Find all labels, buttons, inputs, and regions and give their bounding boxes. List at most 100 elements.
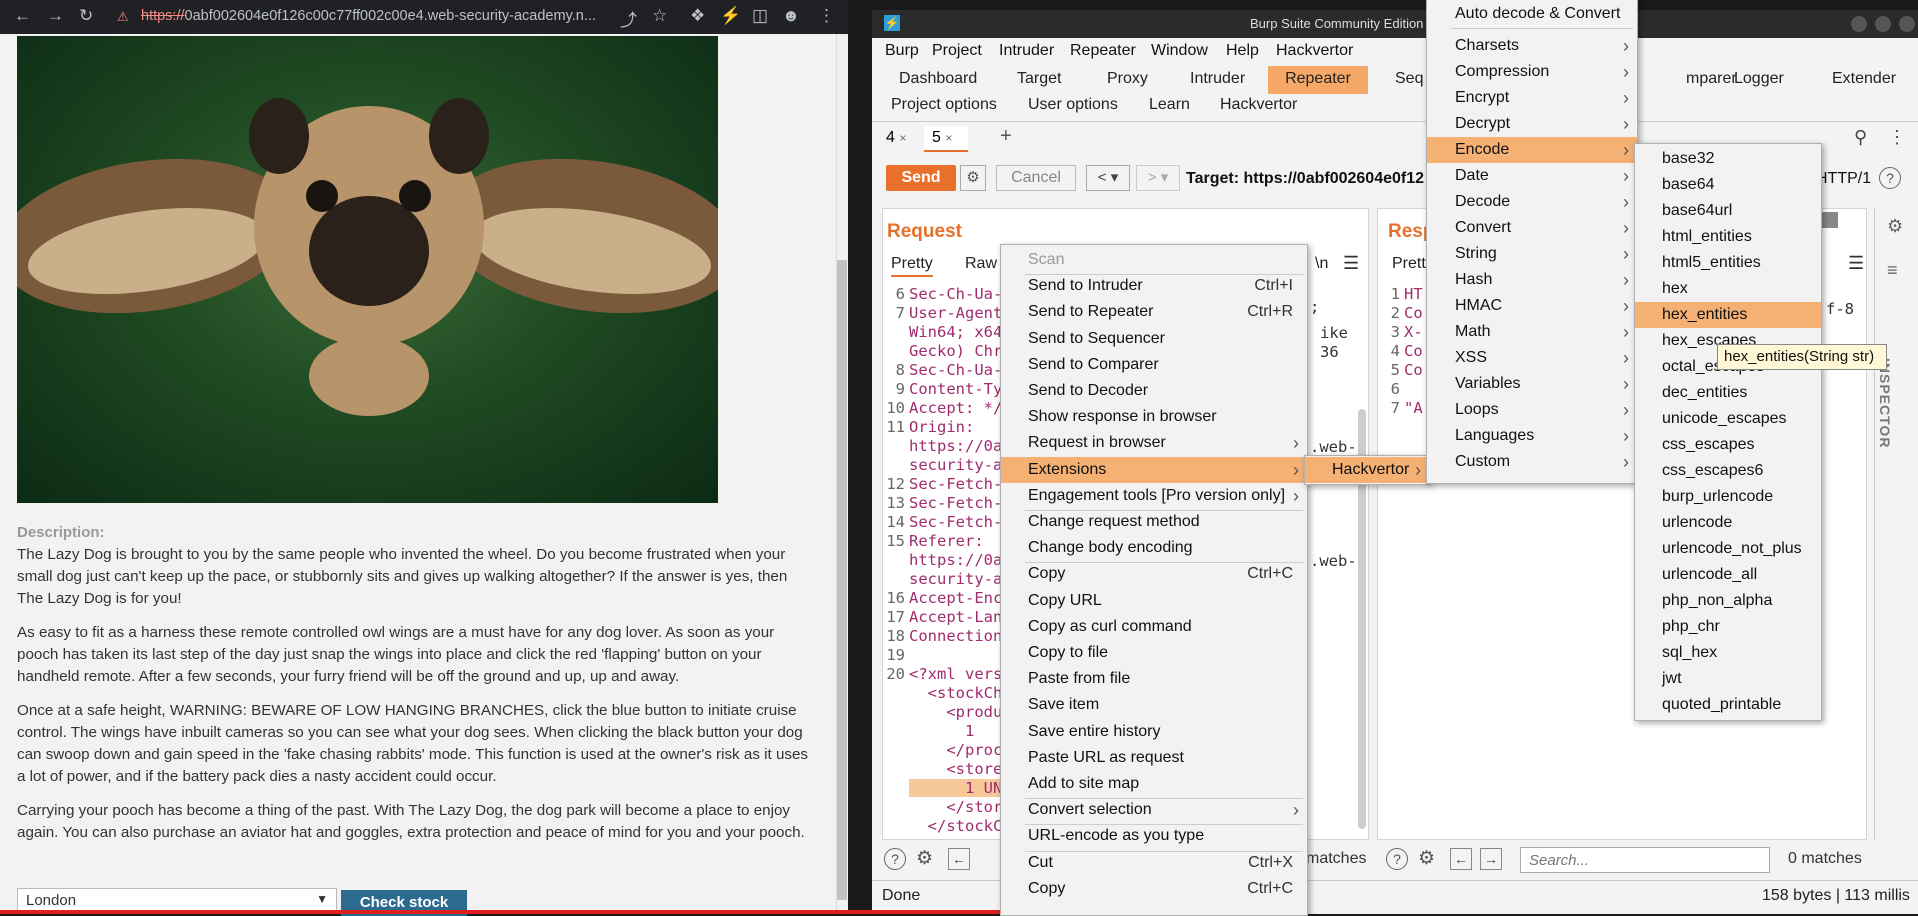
- menu-item[interactable]: Decrypt ›: [1427, 111, 1637, 137]
- menu-item[interactable]: Save entire history: [1001, 719, 1307, 745]
- menu-item[interactable]: Encode ›: [1427, 137, 1637, 163]
- menu-item[interactable]: Auto decode & Convert: [1427, 1, 1637, 27]
- page-scrollbar-thumb[interactable]: [837, 260, 847, 900]
- settings-icon[interactable]: ⚙: [916, 847, 933, 870]
- menu-icon[interactable]: ☰: [1848, 253, 1864, 274]
- menu-item[interactable]: Send to Decoder: [1001, 378, 1307, 404]
- menu-item[interactable]: Convert selection ›: [1001, 797, 1307, 823]
- menu-item[interactable]: XSS ›: [1427, 345, 1637, 371]
- menu-item[interactable]: Hash ›: [1427, 267, 1637, 293]
- menu-item[interactable]: sql_hex: [1635, 640, 1821, 666]
- menu-item[interactable]: jwt: [1635, 666, 1821, 692]
- subtab-5[interactable]: 5 ×: [924, 126, 968, 152]
- forward-history-button[interactable]: > ▾: [1136, 165, 1180, 191]
- tab-comparer[interactable]: mparer: [1686, 70, 1737, 88]
- menu-item[interactable]: urlencode: [1635, 510, 1821, 536]
- menu-item[interactable]: Request in browser ›: [1001, 430, 1307, 456]
- tab-raw[interactable]: Raw: [965, 255, 997, 273]
- menu-item[interactable]: URL-encode as you type: [1001, 823, 1307, 849]
- menu-icon[interactable]: ☰: [1343, 253, 1359, 274]
- menu-item[interactable]: Date ›: [1427, 163, 1637, 189]
- profile-icon[interactable]: ☻: [782, 6, 800, 26]
- settings-icon[interactable]: ⚙: [960, 165, 986, 191]
- menu-item[interactable]: hex: [1635, 276, 1821, 302]
- close-icon[interactable]: ×: [945, 131, 952, 145]
- menu-item[interactable]: Send to Intruder Ctrl+I: [1001, 273, 1307, 299]
- tab-proxy[interactable]: Proxy: [1107, 70, 1148, 88]
- menu-item[interactable]: css_escapes: [1635, 432, 1821, 458]
- menu-item[interactable]: Extensions ›: [1001, 456, 1307, 483]
- menu-item[interactable]: Copy to file: [1001, 640, 1307, 666]
- menu-item[interactable]: Charsets ›: [1427, 33, 1637, 59]
- menu-hackvertor[interactable]: Hackvertor: [1276, 42, 1353, 60]
- tab-user-options[interactable]: User options: [1028, 96, 1118, 114]
- tab-repeater[interactable]: Repeater: [1268, 66, 1368, 94]
- tab-sequencer[interactable]: Seq: [1395, 70, 1423, 88]
- tab-extender[interactable]: Extender: [1832, 70, 1896, 88]
- menu-item[interactable]: Send to Repeater Ctrl+R: [1001, 299, 1307, 325]
- prev-match-button[interactable]: ←: [948, 848, 970, 870]
- next-match-button[interactable]: →: [1480, 848, 1502, 870]
- menu-item[interactable]: Send to Sequencer: [1001, 326, 1307, 352]
- tab-hackvertor[interactable]: Hackvertor: [1220, 96, 1297, 114]
- tab-pretty[interactable]: Prett: [1392, 255, 1426, 273]
- menu-item[interactable]: Decode ›: [1427, 189, 1637, 215]
- menu-item[interactable]: Change body encoding: [1001, 535, 1307, 561]
- menu-item[interactable]: quoted_printable: [1635, 692, 1821, 718]
- tab-intruder[interactable]: Intruder: [1190, 70, 1245, 88]
- help-icon[interactable]: ?: [884, 848, 906, 870]
- send-button[interactable]: Send: [886, 165, 956, 191]
- settings-icon[interactable]: ⚙: [1887, 216, 1903, 237]
- help-icon[interactable]: ?: [1879, 167, 1901, 189]
- menu-help[interactable]: Help: [1226, 42, 1259, 60]
- add-tab-icon[interactable]: +: [1000, 125, 1012, 148]
- maximize-icon[interactable]: [1875, 16, 1891, 32]
- tab-pretty[interactable]: Pretty: [891, 255, 933, 277]
- menu-item[interactable]: Copy as curl command: [1001, 614, 1307, 640]
- menu-item[interactable]: php_non_alpha: [1635, 588, 1821, 614]
- menu-item[interactable]: html_entities: [1635, 224, 1821, 250]
- settings-icon[interactable]: ⚙: [1418, 847, 1435, 870]
- hackvertor-extension-icon[interactable]: ⚡: [720, 6, 741, 26]
- search-icon[interactable]: ⚲: [1854, 127, 1867, 148]
- menu-item[interactable]: urlencode_all: [1635, 562, 1821, 588]
- search-input[interactable]: [1520, 847, 1770, 873]
- forward-icon[interactable]: →: [47, 6, 64, 26]
- menu-item[interactable]: Languages ›: [1427, 423, 1637, 449]
- menu-item[interactable]: Add to site map: [1001, 771, 1307, 797]
- menu-item[interactable]: Save item: [1001, 692, 1307, 718]
- reload-icon[interactable]: ↻: [79, 6, 93, 26]
- menu-item[interactable]: Send to Comparer: [1001, 352, 1307, 378]
- menu-burp[interactable]: Burp: [885, 42, 919, 60]
- menu-item[interactable]: Paste from file: [1001, 666, 1307, 692]
- menu-item[interactable]: HMAC ›: [1427, 293, 1637, 319]
- http-version[interactable]: HTTP/1: [1816, 170, 1871, 188]
- share-icon[interactable]: ⤴: [620, 6, 637, 31]
- address-bar[interactable]: https://0abf002604e0f126c00c77ff002c00e4…: [141, 8, 596, 24]
- menu-item[interactable]: base64url: [1635, 198, 1821, 224]
- menu-item[interactable]: css_escapes6: [1635, 458, 1821, 484]
- menu-item[interactable]: Compression ›: [1427, 59, 1637, 85]
- prev-match-button[interactable]: ←: [1450, 848, 1472, 870]
- menu-item[interactable]: Copy URL: [1001, 588, 1307, 614]
- menu-item[interactable]: base32: [1635, 146, 1821, 172]
- menu-item[interactable]: base64: [1635, 172, 1821, 198]
- extensions-icon[interactable]: ❖: [690, 6, 705, 26]
- menu-intruder[interactable]: Intruder: [999, 42, 1054, 60]
- menu-item[interactable]: Custom ›: [1427, 449, 1637, 475]
- inspector-label[interactable]: INSPECTOR: [1877, 358, 1893, 448]
- tab-target[interactable]: Target: [1017, 70, 1061, 88]
- menu-item[interactable]: Change request method: [1001, 509, 1307, 535]
- menu-item[interactable]: hex_entities: [1635, 302, 1821, 328]
- menu-item[interactable]: Copy Ctrl+C: [1001, 876, 1307, 902]
- back-icon[interactable]: ←: [14, 6, 31, 26]
- menu-item[interactable]: Math ›: [1427, 319, 1637, 345]
- target-label[interactable]: Target: https://0abf002604e0f12: [1186, 170, 1424, 188]
- close-icon[interactable]: [1899, 16, 1915, 32]
- menu-item[interactable]: Engagement tools [Pro version only] ›: [1001, 483, 1307, 509]
- menu-item[interactable]: php_chr: [1635, 614, 1821, 640]
- tab-dashboard[interactable]: Dashboard: [899, 70, 977, 88]
- menu-item[interactable]: burp_urlencode: [1635, 484, 1821, 510]
- back-history-button[interactable]: < ▾: [1086, 165, 1130, 191]
- star-icon[interactable]: ☆: [652, 6, 667, 26]
